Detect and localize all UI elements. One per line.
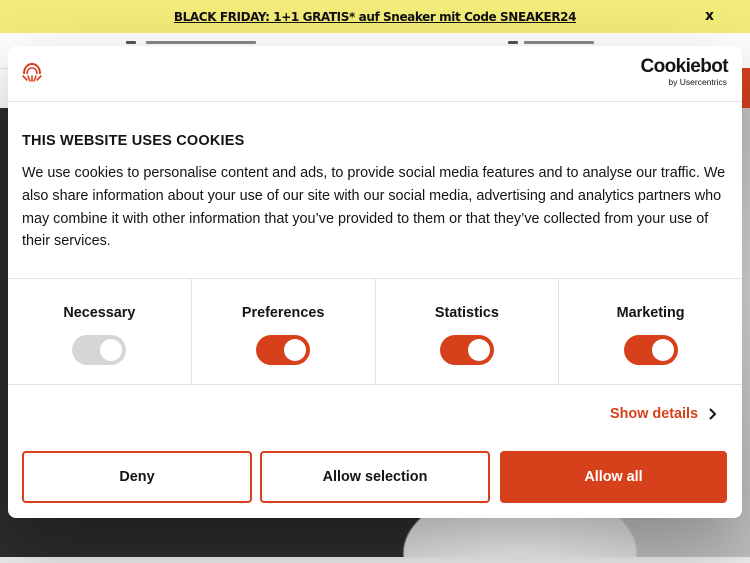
statistics-toggle[interactable] — [439, 335, 494, 365]
header-ghost-text-2 — [524, 41, 594, 44]
category-statistics: Statistics — [376, 279, 560, 384]
toggle-knob — [467, 339, 490, 361]
dialog-description: We use cookies to personalise content an… — [22, 165, 726, 250]
cookie-categories: Necessary Preferences Statistics Marketi… — [8, 278, 742, 385]
allow-selection-button[interactable]: Allow selection — [260, 451, 490, 503]
preferences-toggle[interactable] — [256, 335, 311, 365]
cookiebot-logo[interactable]: Cookiebot by Usercentrics — [640, 56, 729, 88]
page-strip — [0, 557, 750, 563]
toggle-knob — [100, 339, 123, 361]
category-label: Marketing — [616, 305, 685, 321]
promo-close-button[interactable]: x — [705, 8, 714, 24]
show-details-label: Show details — [610, 406, 698, 422]
show-details-link[interactable]: Show details — [610, 406, 718, 422]
cookie-consent-dialog: Cookiebot by Usercentrics THIS WEBSITE U… — [8, 46, 742, 518]
chevron-right-icon — [709, 408, 717, 420]
dialog-header: Cookiebot by Usercentrics — [8, 46, 742, 102]
dialog-title: THIS WEBSITE USES COOKIES — [22, 133, 245, 149]
category-label: Preferences — [241, 305, 325, 321]
toggle-knob — [651, 339, 674, 361]
cookiebot-wordmark: Cookiebot — [640, 56, 729, 77]
category-necessary: Necessary — [8, 279, 192, 384]
promo-bar: BLACK FRIDAY: 1+1 GRATIS* auf Sneaker mi… — [0, 0, 750, 33]
category-preferences: Preferences — [192, 279, 376, 384]
category-marketing: Marketing — [559, 279, 742, 384]
necessary-toggle — [72, 335, 127, 365]
allow-all-button[interactable]: Allow all — [500, 451, 727, 503]
marketing-toggle[interactable] — [623, 335, 678, 365]
category-label: Necessary — [63, 305, 136, 321]
category-label: Statistics — [434, 305, 499, 321]
deny-button[interactable]: Deny — [22, 451, 252, 503]
header-ghost-icon — [126, 41, 136, 44]
header-ghost-text — [146, 41, 256, 44]
promo-link[interactable]: BLACK FRIDAY: 1+1 GRATIS* auf Sneaker mi… — [174, 10, 577, 24]
brand-logo-icon — [22, 62, 42, 82]
header-ghost-icon-2 — [508, 41, 518, 44]
dialog-body: THIS WEBSITE USES COOKIES We use cookies… — [22, 132, 728, 253]
cookiebot-subtitle: by Usercentrics — [668, 77, 727, 87]
toggle-knob — [284, 339, 307, 361]
